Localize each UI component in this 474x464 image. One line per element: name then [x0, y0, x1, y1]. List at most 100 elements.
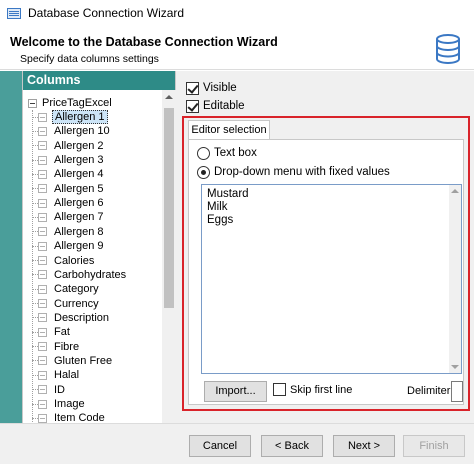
column-item[interactable]: Allergen 8 [32, 225, 162, 239]
value-line: Milk [207, 201, 228, 213]
column-item-label: Item Code [54, 412, 105, 423]
column-item[interactable]: Image [32, 397, 162, 411]
leaf-node-icon [38, 256, 47, 265]
column-item-label: Allergen 10 [54, 125, 110, 138]
database-icon [436, 34, 460, 64]
column-settings: Visible Editable Editor selection Text b… [176, 71, 474, 423]
wizard-footer: Cancel < Back Next > Finish [0, 423, 474, 464]
column-item[interactable]: Item Code [32, 411, 162, 423]
column-item-label: ID [54, 383, 65, 396]
column-item[interactable]: Fat [32, 325, 162, 339]
delimiter-label: Delimiter: [407, 385, 454, 397]
column-item-label: Currency [54, 297, 99, 310]
visible-option[interactable]: Visible [186, 80, 237, 96]
collapse-icon[interactable] [28, 98, 37, 108]
column-item-label: Fat [54, 326, 70, 339]
column-item-label: Allergen 7 [54, 211, 104, 224]
column-item[interactable]: Allergen 5 [32, 182, 162, 196]
wizard-subtitle: Specify data columns settings [20, 53, 159, 65]
column-item[interactable]: Allergen 4 [32, 167, 162, 181]
import-button[interactable]: Import... [204, 381, 267, 402]
column-item-label: Allergen 6 [54, 197, 104, 210]
columns-tree[interactable]: PriceTagExcel Allergen 1 Allergen 10 Aller… [23, 94, 163, 423]
visible-label: Visible [203, 82, 237, 94]
column-item[interactable]: Allergen 9 [32, 239, 162, 253]
scroll-up-icon[interactable] [165, 95, 173, 99]
editable-option[interactable]: Editable [186, 98, 245, 114]
leaf-node-icon [38, 155, 47, 165]
fixed-values-textarea[interactable]: Mustard Milk Eggs [201, 184, 462, 374]
column-item-label: Allergen 2 [54, 139, 104, 152]
finish-button[interactable]: Finish [403, 435, 465, 457]
column-item-label: Fibre [54, 340, 80, 353]
textbox-label: Text box [214, 147, 257, 159]
dropdown-radio[interactable] [197, 165, 210, 179]
visible-checkbox[interactable] [186, 81, 199, 95]
leaf-node-icon [38, 227, 47, 237]
column-item[interactable]: ID [32, 383, 162, 397]
side-strip [0, 71, 22, 423]
leaf-node-icon [38, 141, 47, 151]
column-item-label: Allergen 8 [54, 225, 104, 238]
leaf-node-icon [38, 184, 47, 194]
leaf-node-icon [38, 356, 47, 366]
column-item[interactable]: Description [32, 311, 162, 325]
editable-label: Editable [203, 100, 245, 112]
next-button[interactable]: Next > [333, 435, 395, 457]
tab-editor-selection[interactable]: Editor selection [188, 120, 270, 140]
title-bar: Database Connection Wizard [0, 0, 474, 26]
leaf-node-icon [38, 241, 47, 251]
column-item[interactable]: Fibre [32, 340, 162, 354]
columns-scrollbar[interactable] [162, 90, 176, 423]
scroll-up-icon[interactable] [451, 189, 459, 193]
leaf-node-icon [38, 284, 47, 294]
delimiter-input[interactable] [451, 381, 463, 402]
scroll-thumb[interactable] [164, 108, 174, 308]
column-item-label: Carbohydrates [54, 268, 127, 281]
back-label: < Back [275, 440, 309, 452]
column-item-label: Category [54, 283, 99, 296]
skip-first-line-checkbox[interactable] [273, 383, 286, 396]
leaf-node-icon [38, 313, 47, 323]
columns-header: Columns [23, 71, 175, 90]
column-item[interactable]: Allergen 7 [32, 210, 162, 224]
values-scrollbar[interactable] [449, 185, 461, 373]
editable-checkbox[interactable] [186, 99, 199, 113]
column-item[interactable]: Calories [32, 254, 162, 268]
leaf-node-icon [38, 198, 47, 208]
back-button[interactable]: < Back [261, 435, 323, 457]
cancel-button[interactable]: Cancel [189, 435, 251, 457]
leaf-node-icon [38, 112, 47, 122]
wizard-body: Columns PriceTagExcel Allergen 1 Allergen… [0, 71, 474, 423]
column-item[interactable]: Gluten Free [32, 354, 162, 368]
textbox-radio[interactable] [197, 146, 210, 160]
column-item-label: Gluten Free [54, 354, 113, 367]
leaf-node-icon [38, 342, 47, 352]
value-line: Mustard [207, 188, 249, 200]
column-item[interactable]: Allergen 6 [32, 196, 162, 210]
tree-root-label: PriceTagExcel [42, 97, 112, 109]
column-item[interactable]: Allergen 2 [32, 139, 162, 153]
leaf-node-icon [38, 413, 47, 423]
column-item-label: Allergen 4 [54, 168, 104, 181]
column-item-label: Allergen 5 [54, 182, 104, 195]
textbox-option[interactable]: Text box [197, 145, 257, 161]
tree-root-node[interactable]: PriceTagExcel [28, 96, 112, 110]
column-item[interactable]: Category [32, 282, 162, 296]
wizard-header: Welcome to the Database Connection Wizar… [0, 26, 474, 70]
dropdown-option[interactable]: Drop-down menu with fixed values [197, 164, 390, 180]
column-item[interactable]: Halal [32, 368, 162, 382]
leaf-node-icon [38, 370, 47, 380]
leaf-node-icon [38, 299, 47, 309]
column-item[interactable]: Allergen 3 [32, 153, 162, 167]
scroll-down-icon[interactable] [451, 365, 459, 369]
skip-first-line-option[interactable]: Skip first line [273, 383, 352, 396]
column-item-label: Image [54, 398, 85, 410]
column-item[interactable]: Allergen 1 [32, 110, 162, 124]
column-item[interactable]: Carbohydrates [32, 268, 162, 282]
editor-selection-page: Text box Drop-down menu with fixed value… [188, 139, 464, 405]
column-item[interactable]: Allergen 10 [32, 124, 162, 138]
next-label: Next > [347, 440, 381, 452]
column-item-label: Allergen 3 [54, 154, 104, 167]
column-item[interactable]: Currency [32, 297, 162, 311]
